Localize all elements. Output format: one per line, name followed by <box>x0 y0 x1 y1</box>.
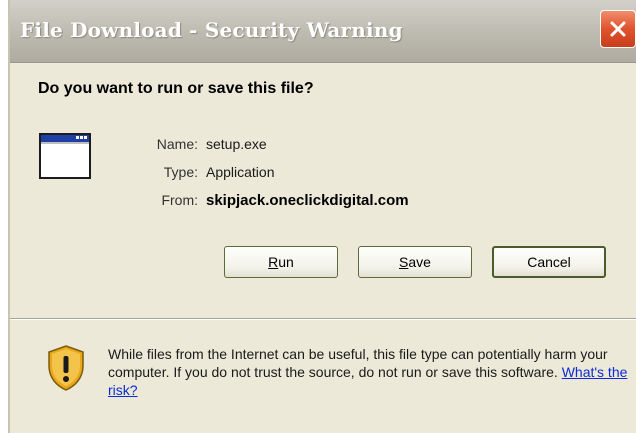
file-download-dialog: File Download - Security Warning Do you … <box>8 0 636 433</box>
close-button[interactable] <box>600 10 636 48</box>
file-type-label: Type: <box>163 164 198 180</box>
file-type-value: Application <box>206 164 275 180</box>
window-title: File Download - Security Warning <box>20 18 403 42</box>
run-label: un <box>278 254 294 270</box>
warning-message: While files from the Internet can be use… <box>108 346 608 380</box>
run-button[interactable]: Run <box>224 246 338 278</box>
file-name-label: Name: <box>156 136 198 152</box>
file-type-row: Type: Application <box>142 164 275 182</box>
save-button[interactable]: Save <box>358 246 472 278</box>
file-name-value: setup.exe <box>206 136 267 152</box>
dialog-question: Do you want to run or save this file? <box>38 80 314 97</box>
close-icon <box>610 21 626 37</box>
cancel-label: Cancel <box>527 254 571 270</box>
title-bar[interactable]: File Download - Security Warning <box>10 0 636 63</box>
security-warning-text: While files from the Internet can be use… <box>108 345 628 399</box>
file-from-label: From: <box>161 192 198 208</box>
dialog-separator <box>10 318 636 320</box>
cancel-button[interactable]: Cancel <box>492 246 606 278</box>
run-mnemonic: R <box>268 254 279 270</box>
application-window-icon <box>39 133 91 179</box>
security-shield-icon <box>48 345 84 391</box>
save-mnemonic: S <box>399 254 409 270</box>
file-from-row: From: skipjack.oneclickdigital.com <box>142 192 409 210</box>
file-name-row: Name: setup.exe <box>142 136 267 154</box>
save-label: ave <box>408 254 431 270</box>
file-from-value: skipjack.oneclickdigital.com <box>206 192 409 209</box>
